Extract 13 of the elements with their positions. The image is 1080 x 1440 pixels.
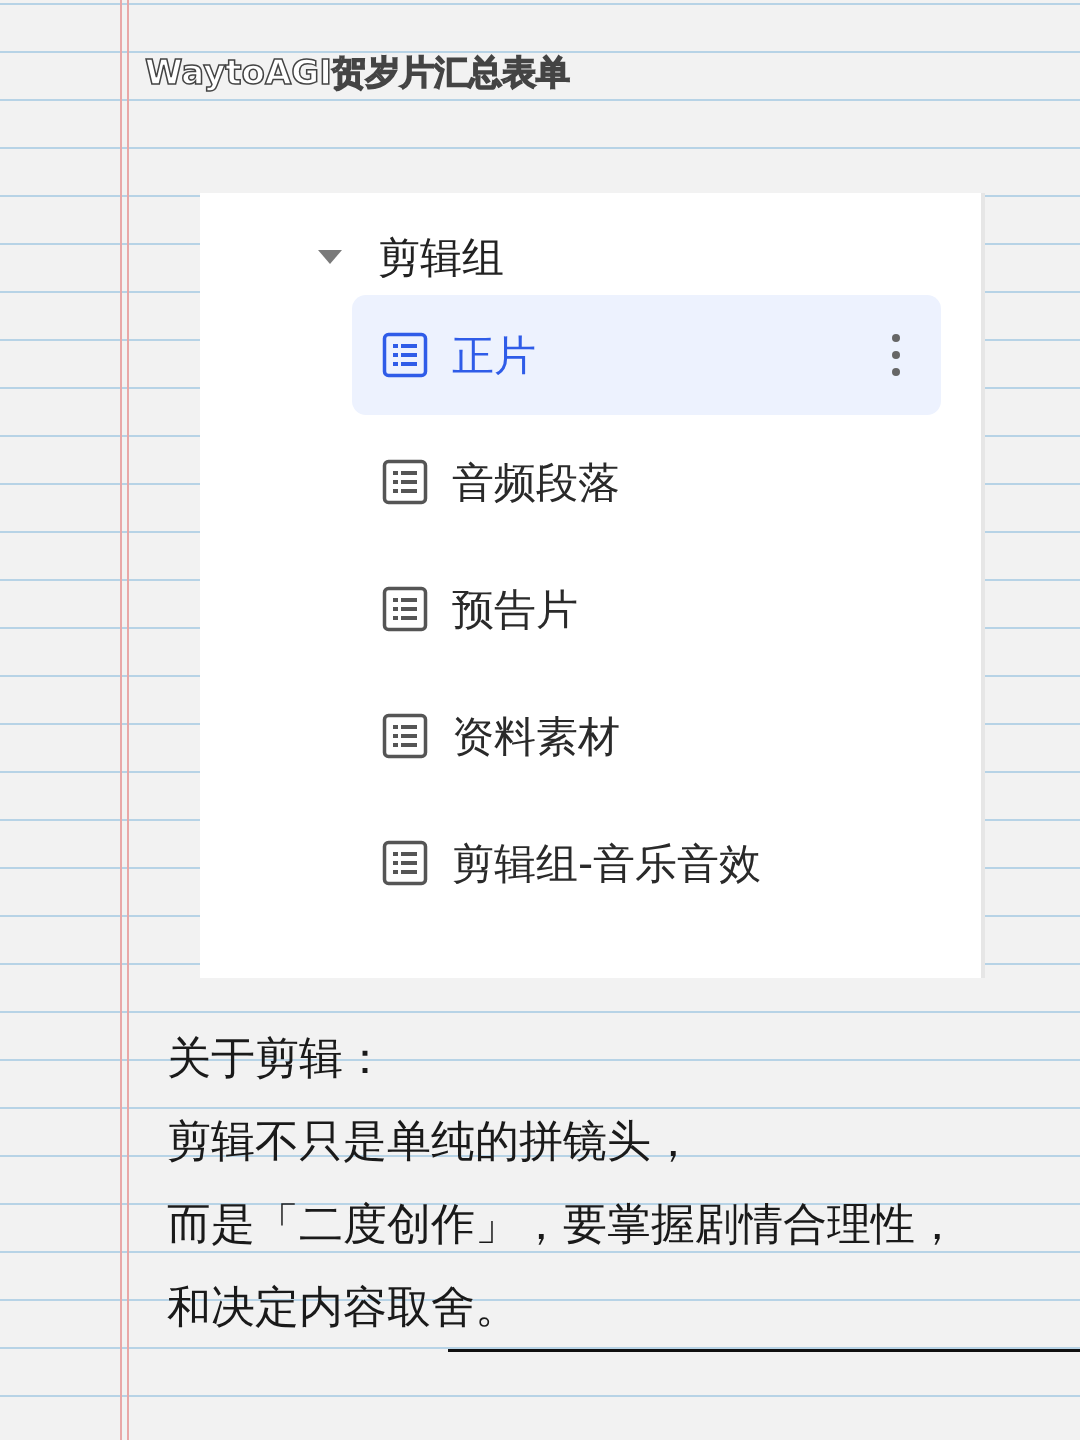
group-label[interactable]: 剪辑组	[378, 225, 504, 289]
sheet-icon	[382, 586, 428, 632]
paragraph-line: 和决定内容取舍。	[167, 1280, 520, 1334]
sheet-icon	[382, 840, 428, 886]
sheet-icon	[382, 459, 428, 505]
page-title: WaytoAGI贺岁片汇总表单	[145, 51, 570, 94]
sheet-icon	[382, 332, 428, 378]
paragraph-line: 剪辑不只是单纯的拼镜头，	[167, 1114, 696, 1168]
sheet-icon	[382, 713, 428, 759]
paragraph-line: 关于剪辑：	[167, 1031, 388, 1085]
tree-item[interactable]: 正片	[352, 295, 941, 415]
more-icon[interactable]	[891, 333, 901, 377]
paragraph-line: 而是「二度创作」，要掌握剧情合理性，	[167, 1197, 960, 1251]
